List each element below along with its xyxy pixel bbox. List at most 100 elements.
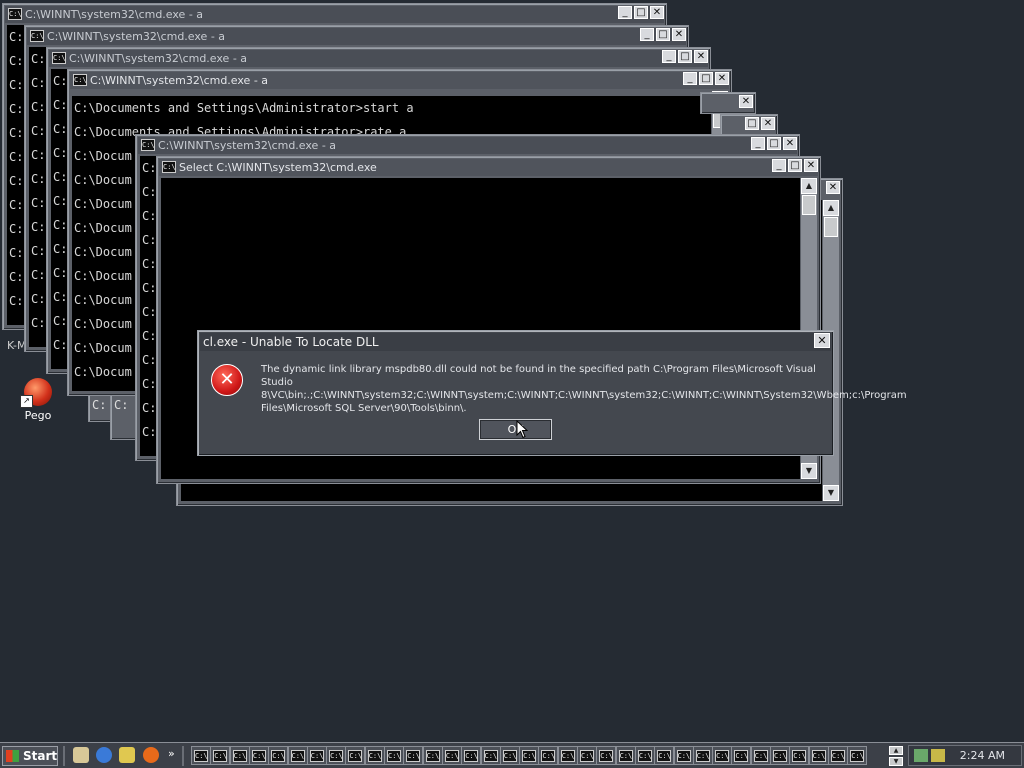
taskbar-task-button[interactable]: C:\ (441, 746, 462, 765)
close-button[interactable]: ✕ (672, 28, 686, 41)
taskbar-task-button[interactable]: C:\ (403, 746, 424, 765)
explorer-icon[interactable] (119, 747, 135, 763)
desktop-icon-pego[interactable]: ↗ Pego (18, 378, 58, 422)
window-title-bar[interactable]: C:\ C:\WINNT\system32\cmd.exe - a (5, 6, 664, 23)
taskbar-task-button[interactable]: C:\ (461, 746, 482, 765)
scroll-down-icon[interactable]: ▼ (823, 485, 839, 501)
cmd-window-stack-a[interactable]: ✕ (700, 92, 756, 114)
minimize-button[interactable]: _ (683, 72, 697, 85)
firefox-icon[interactable] (143, 747, 159, 763)
window-title: Select C:\WINNT\system32\cmd.exe (179, 161, 377, 174)
taskbar-task-button[interactable]: C:\ (248, 746, 269, 765)
dialog-title[interactable]: cl.exe - Unable To Locate DLL (200, 333, 831, 351)
taskbar-task-button[interactable]: C:\ (692, 746, 713, 765)
taskbar-task-button[interactable]: C:\ (557, 746, 578, 765)
taskbar-task-button[interactable]: C:\ (827, 746, 848, 765)
taskbar-task-button[interactable]: C:\ (229, 746, 250, 765)
console-icon: C:\ (734, 750, 749, 762)
taskbar-task-button[interactable]: C:\ (345, 746, 366, 765)
window-title-bar[interactable]: C:\ C:\WINNT\system32\cmd.exe - a (138, 137, 797, 154)
taskbar-task-button[interactable]: C:\ (654, 746, 675, 765)
taskbar-task-button[interactable]: C:\ (287, 746, 308, 765)
maximize-button[interactable]: □ (678, 50, 692, 63)
taskbar-task-button[interactable]: C:\ (770, 746, 790, 765)
taskbar-task-button[interactable]: C:\ (306, 746, 327, 765)
dialog-close-button[interactable]: ✕ (814, 333, 830, 348)
taskbar-task-button[interactable]: C:\ (210, 746, 231, 765)
console-icon: C:\ (657, 750, 672, 762)
clock[interactable]: 2:24 AM (960, 747, 1005, 765)
minimize-button[interactable]: _ (751, 137, 765, 150)
maximize-button[interactable]: □ (745, 117, 759, 130)
start-button[interactable]: Start (2, 746, 58, 766)
volume-icon[interactable] (931, 749, 945, 762)
close-button[interactable]: ✕ (739, 95, 753, 108)
taskbar-task-button[interactable]: C:\ (422, 746, 443, 765)
network-icon[interactable] (914, 749, 928, 762)
show-desktop-icon[interactable] (73, 747, 89, 763)
taskbar-task-button[interactable]: C:\ (847, 746, 868, 765)
window-controls: ✕ (737, 95, 753, 108)
taskbar-task-button[interactable]: C:\ (712, 746, 733, 765)
window-title-bar[interactable]: C:\ Select C:\WINNT\system32\cmd.exe (159, 159, 818, 176)
close-button[interactable]: ✕ (783, 137, 797, 150)
close-button[interactable]: ✕ (650, 6, 664, 19)
console-icon: C:\ (522, 750, 537, 762)
taskbar-task-button[interactable]: C:\ (191, 746, 211, 765)
window-title: C:\WINNT\system32\cmd.exe - a (90, 74, 269, 87)
console-icon: C:\ (715, 750, 730, 762)
console-icon: C:\ (502, 750, 517, 762)
close-button[interactable]: ✕ (804, 159, 818, 172)
cmd-window-stack-b[interactable]: □ ✕ (720, 114, 778, 136)
taskbar-task-button[interactable]: C:\ (789, 746, 810, 765)
taskbar-task-button[interactable]: C:\ (480, 746, 501, 765)
taskbar-task-button[interactable]: C:\ (538, 746, 559, 765)
window-title-bar[interactable]: C:\ C:\WINNT\system32\cmd.exe - a (49, 50, 708, 67)
internet-explorer-icon[interactable] (96, 747, 112, 763)
taskbar-task-button[interactable]: C:\ (268, 746, 289, 765)
maximize-button[interactable]: □ (699, 72, 713, 85)
scroll-up-icon[interactable]: ▲ (801, 178, 817, 194)
minimize-button[interactable]: _ (772, 159, 786, 172)
taskbar-task-button[interactable]: C:\ (634, 746, 655, 765)
taskbar-task-button[interactable]: C:\ (750, 746, 771, 765)
scroll-thumb[interactable] (824, 217, 838, 237)
close-button[interactable]: ✕ (761, 117, 775, 130)
taskbar-scroller[interactable]: ▲ ▼ (889, 746, 903, 766)
taskbar-task-button[interactable]: C:\ (808, 746, 829, 765)
quicklaunch-chevron-icon[interactable]: » (168, 747, 175, 760)
taskbar-task-button[interactable]: C:\ (577, 746, 597, 765)
taskbar-task-button[interactable]: C:\ (731, 746, 752, 765)
window-controls: _ □ ✕ (660, 50, 708, 63)
console-icon: C:\ (52, 52, 66, 64)
scroll-down-icon[interactable]: ▼ (801, 463, 817, 479)
scroll-down-icon[interactable]: ▼ (889, 757, 903, 766)
close-button[interactable]: ✕ (715, 72, 729, 85)
console-icon: C:\ (73, 74, 87, 86)
taskbar-task-button[interactable]: C:\ (673, 746, 694, 765)
scroll-up-icon[interactable]: ▲ (889, 746, 903, 755)
window-title-bar[interactable]: C:\ C:\WINNT\system32\cmd.exe - a (27, 28, 686, 45)
taskbar-task-button[interactable]: C:\ (596, 746, 617, 765)
scroll-up-icon[interactable]: ▲ (823, 200, 839, 216)
console-icon: C:\ (618, 750, 633, 762)
maximize-button[interactable]: □ (788, 159, 802, 172)
taskbar-task-button[interactable]: C:\ (384, 746, 404, 765)
window-title-bar[interactable]: C:\ C:\WINNT\system32\cmd.exe - a (70, 72, 729, 89)
taskbar-task-button[interactable]: C:\ (519, 746, 540, 765)
minimize-button[interactable]: _ (618, 6, 632, 19)
maximize-button[interactable]: □ (767, 137, 781, 150)
scroll-thumb[interactable] (802, 195, 816, 215)
close-button[interactable]: ✕ (694, 50, 708, 63)
window-title: C:\WINNT\system32\cmd.exe - a (69, 52, 248, 65)
maximize-button[interactable]: □ (634, 6, 648, 19)
close-button[interactable]: ✕ (826, 181, 840, 194)
maximize-button[interactable]: □ (656, 28, 670, 41)
minimize-button[interactable]: _ (662, 50, 676, 63)
minimize-button[interactable]: _ (640, 28, 654, 41)
taskbar-task-button[interactable]: C:\ (499, 746, 520, 765)
taskbar-task-button[interactable]: C:\ (326, 746, 347, 765)
taskbar-task-button[interactable]: C:\ (615, 746, 636, 765)
taskbar: Start » C:\ C:\ C:\ C:\ C:\ C:\ C:\ C:\ C:\ C:\ C:… (0, 742, 1024, 768)
taskbar-task-button[interactable]: C:\ (364, 746, 385, 765)
